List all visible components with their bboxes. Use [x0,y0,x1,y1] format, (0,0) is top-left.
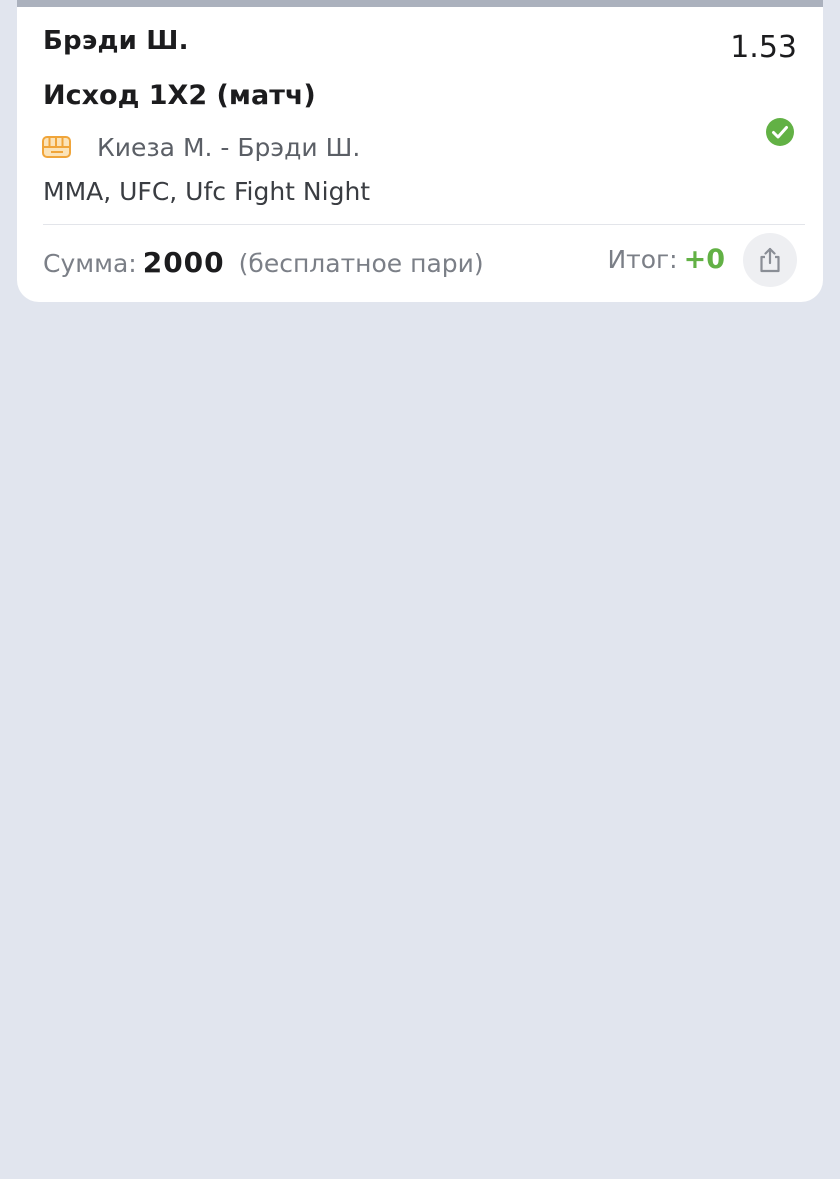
result-label: Итог: [607,245,678,274]
match-name: Киеза М. - Брэди Ш. [97,132,361,162]
selection-name: Брэди Ш. [43,26,189,56]
share-icon [760,247,780,273]
odds-value: 1.53 [730,30,797,65]
result-row: Итог: +0 [607,244,725,280]
share-button[interactable] [743,233,797,287]
divider [43,224,805,225]
match-row[interactable]: Киеза М. - Брэди Ш. [41,130,360,164]
check-circle-icon [766,118,794,146]
bet-card[interactable]: Брэди Ш. 1.53 Исход 1X2 (матч) Киеза М. … [17,0,823,302]
page: Брэди Ш. 1.53 Исход 1X2 (матч) Киеза М. … [0,0,840,1179]
card-top-strip [17,0,823,7]
tournament-name: MMA, UFC, Ufc Fight Night [43,177,371,206]
result-value: +0 [683,244,725,275]
amount-value: 2000 [142,246,225,279]
fist-icon [42,136,71,158]
amount-row: Сумма: 2000 (бесплатное пари) [43,246,484,282]
market-name: Исход 1X2 (матч) [43,80,316,111]
freebet-note: (бесплатное пари) [238,249,484,278]
amount-label: Сумма: [43,249,137,278]
